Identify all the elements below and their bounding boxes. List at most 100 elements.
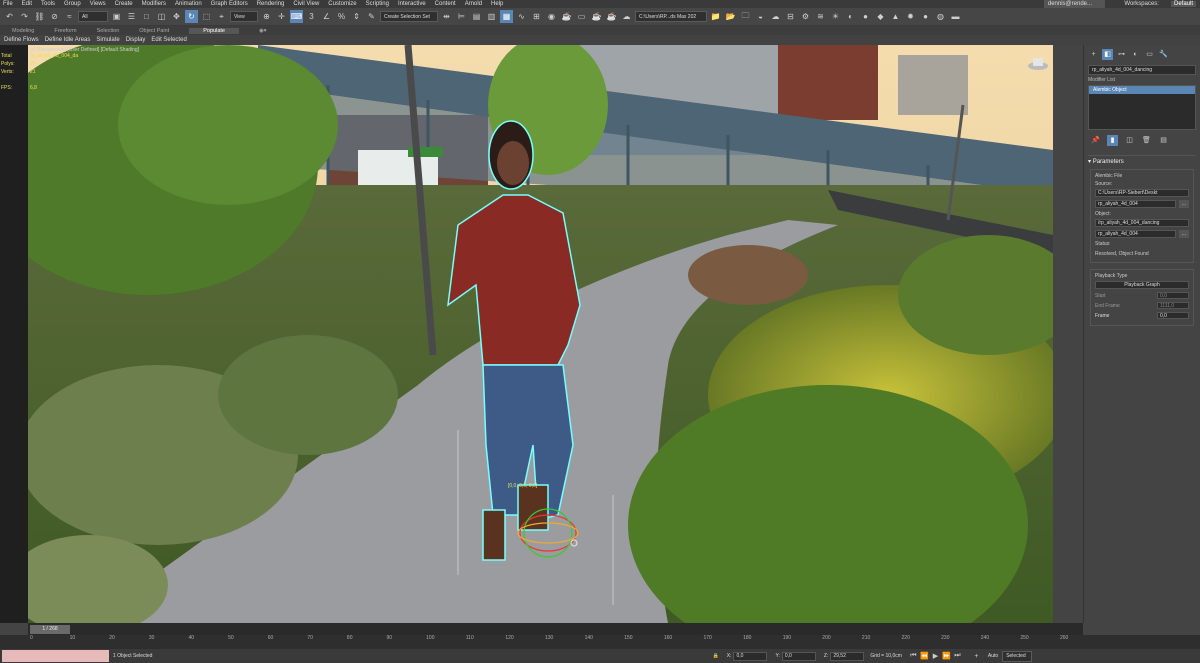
make-unique-icon[interactable]: ◫ xyxy=(1124,135,1135,146)
a360-render-icon[interactable]: ☁ xyxy=(620,10,633,23)
ribbon-options-icon[interactable]: ◉▾ xyxy=(259,28,267,34)
named-selection-set-dropdown[interactable]: Create Selection Set xyxy=(380,11,438,22)
stack-item-alembic-object[interactable]: Alembic Object xyxy=(1089,86,1195,94)
undo-icon[interactable]: ↶ xyxy=(3,10,16,23)
select-by-name-icon[interactable]: ☰ xyxy=(125,10,138,23)
viewport-label[interactable]: [+] [Perspective] [User Defined] [Defaul… xyxy=(30,47,139,53)
select-manipulate-icon[interactable]: ✛ xyxy=(275,10,288,23)
render-iterative-icon[interactable]: ☕ xyxy=(605,10,618,23)
open-folder-icon[interactable]: 📂 xyxy=(724,10,737,23)
create-tab-icon[interactable]: + xyxy=(1088,49,1099,60)
define-idle-areas-button[interactable]: Define Idle Areas xyxy=(45,37,91,43)
cloud-icon[interactable]: ☁ xyxy=(769,10,782,23)
render-queue-icon[interactable]: ⊟ xyxy=(784,10,797,23)
object-name-field[interactable]: rp_aliyah_4d_004_dancing xyxy=(1088,65,1196,75)
configure-sets-icon[interactable]: ▤ xyxy=(1158,135,1169,146)
shade-icon[interactable]: ◍ xyxy=(934,10,947,23)
spinner-snap-icon[interactable]: ⇕ xyxy=(350,10,363,23)
layer-explorer-icon[interactable]: ▥ xyxy=(485,10,498,23)
keyboard-shortcut-override-icon[interactable]: ⌨ xyxy=(290,10,303,23)
curve-editor-icon[interactable]: ∿ xyxy=(515,10,528,23)
display-button[interactable]: Display xyxy=(126,37,146,43)
end-frame-spinner[interactable]: 1111,0 xyxy=(1157,302,1189,309)
y-coordinate-field[interactable]: 0,0 xyxy=(781,651,816,661)
source-file-field[interactable]: rp_aliyah_4d_004 xyxy=(1095,200,1176,208)
sun-icon[interactable]: ✹ xyxy=(904,10,917,23)
hierarchy-tab-icon[interactable]: ⊶ xyxy=(1116,49,1127,60)
motion-tab-icon[interactable]: ◐ xyxy=(1130,49,1141,60)
material-editor-icon[interactable]: ◉ xyxy=(545,10,558,23)
menu-modifiers[interactable]: Modifiers xyxy=(142,1,166,7)
auto-key-button[interactable]: Auto xyxy=(988,653,998,659)
next-frame-icon[interactable]: ⏩ xyxy=(941,651,952,662)
select-object-icon[interactable]: ▣ xyxy=(110,10,123,23)
tab-modeling[interactable]: Modeling xyxy=(12,28,34,34)
remove-modifier-icon[interactable]: 🗑 xyxy=(1141,135,1152,146)
wifi-icon[interactable]: ≋ xyxy=(814,10,827,23)
browse-folder-icon[interactable]: 🗀 xyxy=(739,10,752,23)
snaps-toggle-icon[interactable]: 3 xyxy=(305,10,318,23)
menu-rendering[interactable]: Rendering xyxy=(257,1,285,7)
rendered-frame-window-icon[interactable]: ▭ xyxy=(575,10,588,23)
x-coordinate-field[interactable]: 0,0 xyxy=(733,651,768,661)
menu-tools[interactable]: Tools xyxy=(41,1,55,7)
project-path-dropdown[interactable]: C:\Users\RP...ds Max 202 xyxy=(635,11,707,22)
workspace-value[interactable]: Default xyxy=(1170,1,1196,7)
arnold-light-2-icon[interactable]: ◆ xyxy=(874,10,887,23)
menu-animation[interactable]: Animation xyxy=(175,1,202,7)
frame-spinner[interactable]: 0,0 xyxy=(1157,312,1189,319)
render-production-icon[interactable]: ☕ xyxy=(590,10,603,23)
sphere-icon[interactable]: ● xyxy=(919,10,932,23)
object-field[interactable]: rp_aliyah_4d_004 xyxy=(1095,230,1176,238)
maxscript-listener[interactable] xyxy=(2,650,109,662)
z-coordinate-field[interactable]: 29,52 xyxy=(830,651,865,661)
menu-interactive[interactable]: Interactive xyxy=(398,1,426,7)
time-slider[interactable]: 1 / 268 xyxy=(28,623,1083,635)
link-icon[interactable]: ⛓ xyxy=(33,10,46,23)
object-browse-button[interactable]: ... xyxy=(1179,230,1189,238)
mirror-icon[interactable]: ⇹ xyxy=(440,10,453,23)
teapot-icon[interactable]: ◒ xyxy=(754,10,767,23)
tab-populate[interactable]: Populate xyxy=(189,27,239,34)
simulate-button[interactable]: Simulate xyxy=(96,37,119,43)
gradient-icon[interactable]: ▬ xyxy=(949,10,962,23)
define-flows-button[interactable]: Define Flows xyxy=(4,37,39,43)
menu-graph-editors[interactable]: Graph Editors xyxy=(211,1,248,7)
select-move-icon[interactable]: ✥ xyxy=(170,10,183,23)
bind-spacewarp-icon[interactable]: ≈ xyxy=(63,10,76,23)
go-to-end-icon[interactable]: ⏭ xyxy=(952,651,963,662)
render-setup-icon[interactable]: ☕ xyxy=(560,10,573,23)
percent-snap-icon[interactable]: % xyxy=(335,10,348,23)
go-to-start-icon[interactable]: ⏮ xyxy=(908,651,919,662)
key-filter-dropdown[interactable]: Selected xyxy=(1002,650,1033,662)
workspace-selector[interactable]: Workspaces: Default xyxy=(1124,0,1196,8)
perspective-viewport[interactable]: [+] [Perspective] [User Defined] [Defaul… xyxy=(28,45,1053,623)
rollout-title[interactable]: ▾ Parameters xyxy=(1088,158,1196,165)
previous-frame-icon[interactable]: ⏪ xyxy=(919,651,930,662)
window-crossing-icon[interactable]: ◫ xyxy=(155,10,168,23)
lock-icon[interactable]: 🔒 xyxy=(712,653,718,659)
utilities-tab-icon[interactable]: 🔧 xyxy=(1158,49,1169,60)
select-scale-icon[interactable]: ⬚ xyxy=(200,10,213,23)
schematic-view-icon[interactable]: ⊞ xyxy=(530,10,543,23)
set-key-icon[interactable]: + xyxy=(971,651,982,662)
edit-named-selection-icon[interactable]: ✎ xyxy=(365,10,378,23)
render-light-icon[interactable]: ☀ xyxy=(829,10,842,23)
modify-tab-icon[interactable]: ◧ xyxy=(1102,48,1113,60)
modifier-list-dropdown[interactable]: Modifier List xyxy=(1088,77,1196,83)
playback-type-dropdown[interactable]: Playback Graph xyxy=(1095,281,1189,289)
menu-arnold[interactable]: Arnold xyxy=(465,1,482,7)
show-end-result-icon[interactable]: ▮ xyxy=(1107,134,1118,146)
project-folder-icon[interactable]: 📁 xyxy=(709,10,722,23)
rig-icon[interactable]: ⚙ xyxy=(799,10,812,23)
unlink-icon[interactable]: ⊘ xyxy=(48,10,61,23)
menu-help[interactable]: Help xyxy=(491,1,503,7)
tab-freeform[interactable]: Freeform xyxy=(54,28,76,34)
angle-snap-icon[interactable]: ∠ xyxy=(320,10,333,23)
start-spinner[interactable]: 0,0 xyxy=(1157,292,1189,299)
pivot-center-icon[interactable]: ⊕ xyxy=(260,10,273,23)
menu-civil-view[interactable]: Civil View xyxy=(293,1,319,7)
menu-create[interactable]: Create xyxy=(115,1,133,7)
time-slider-knob[interactable]: 1 / 268 xyxy=(30,624,70,634)
display-tab-icon[interactable]: ▭ xyxy=(1144,49,1155,60)
